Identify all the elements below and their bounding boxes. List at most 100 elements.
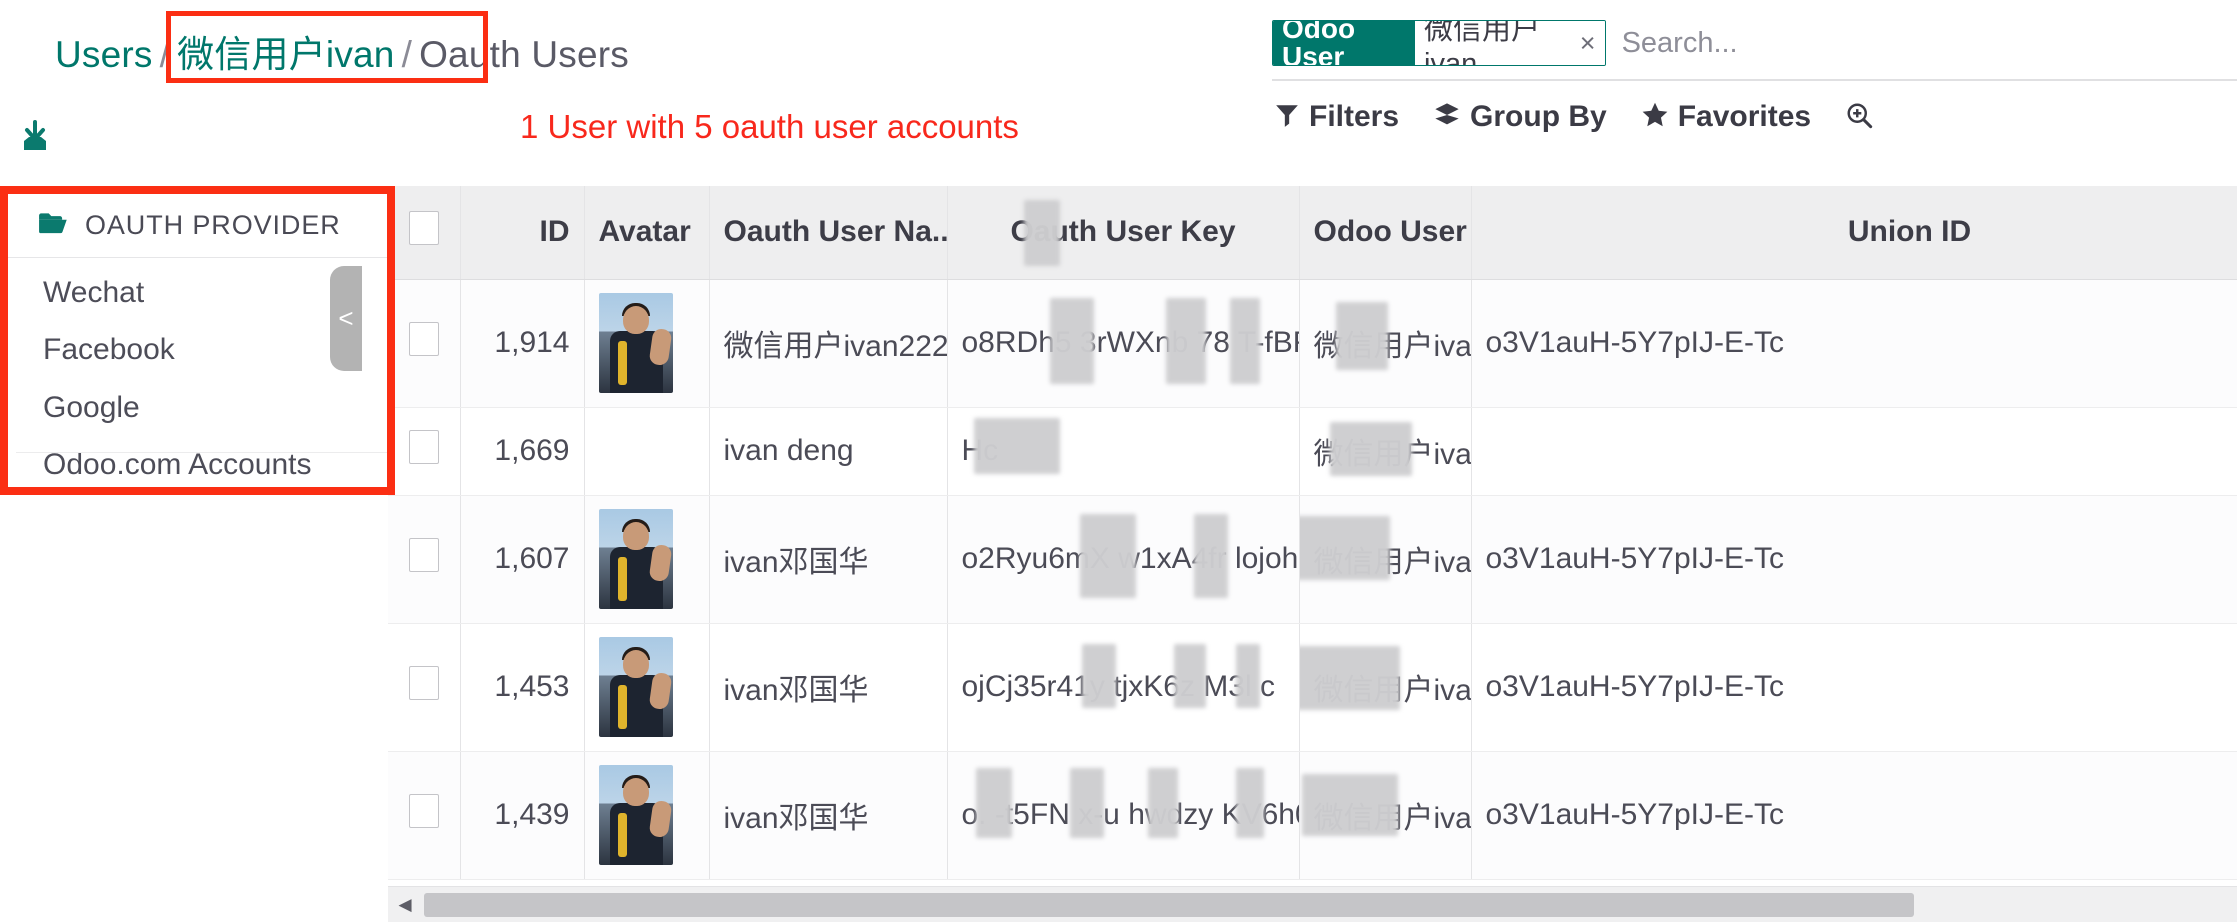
cell-oauth-user-name: ivan邓国华 [709, 495, 948, 624]
filter-icon [1274, 102, 1300, 133]
filters-button[interactable]: Filters [1274, 100, 1399, 134]
cell-oauth-user-name: ivan邓国华 [709, 623, 948, 752]
cell-oauth-user-key: o. -t5FN x-u hwdzy KV6h0 [947, 751, 1300, 880]
search-facet-value-group: 微信用户ivan × [1415, 21, 1605, 65]
cell-oauth-user-key-text: o2Ryu6mX w1xA4fr lojoh [961, 542, 1299, 575]
table-row[interactable]: 1,914 微信用户ivan222 o8RDh5 3rWXnb 78 T-fBF… [388, 279, 2237, 408]
cell-id: 1,453 [460, 623, 585, 752]
group-by-icon [1433, 101, 1461, 134]
scrollbar-thumb[interactable] [424, 892, 1914, 917]
oauth-provider-title: OAUTH PROVIDER [85, 210, 341, 240]
header-oauth-user-key-label: Oauth User Key [1010, 215, 1236, 249]
cell-oauth-user-name: ivan邓国华 [709, 751, 948, 880]
close-icon[interactable]: × [1580, 28, 1596, 59]
favorites-button[interactable]: Favorites [1641, 100, 1811, 134]
filters-label: Filters [1309, 100, 1400, 133]
row-checkbox[interactable] [408, 794, 439, 828]
header-select-all[interactable] [388, 186, 461, 280]
cell-odoo-user: 微信用户ivan [1299, 495, 1472, 624]
cell-union-id [1471, 407, 2237, 496]
cell-id: 1,607 [460, 495, 585, 624]
scrollbar-gutter [0, 886, 388, 922]
control-panel-buttons: Filters Group By Favorites [1274, 100, 1873, 134]
cell-oauth-user-key: o8RDh5 3rWXnb 78 T-fBFPJH8 [947, 279, 1300, 408]
group-by-button[interactable]: Group By [1433, 100, 1607, 134]
table-row[interactable]: 1,453 ivan邓国华 ojCj35r41y tjxK6z M3l c 微信… [388, 623, 2237, 752]
cell-odoo-user-text: 微信用户ivan [1313, 546, 1471, 579]
chevron-left-icon: < [338, 303, 354, 333]
oauth-users-table: ID Avatar Oauth User Na... Oauth User Ke… [388, 186, 2237, 886]
cell-odoo-user: 微信用户ivan [1299, 279, 1472, 408]
cell-oauth-user-key-text: Hc [961, 434, 999, 467]
star-icon [1641, 101, 1669, 134]
search-input[interactable] [1621, 20, 2237, 66]
cell-odoo-user: 微信用户ivan [1299, 623, 1472, 752]
oauth-provider-header: OAUTH PROVIDER [8, 194, 387, 258]
cell-odoo-user-text: 微信用户ivan [1313, 330, 1471, 363]
row-checkbox-cell[interactable] [388, 407, 461, 496]
cell-oauth-user-key: o2Ryu6mX w1xA4fr lojoh [947, 495, 1300, 624]
row-checkbox-cell[interactable] [388, 495, 461, 624]
sidebar-item-google[interactable]: Google [8, 379, 387, 436]
cell-oauth-user-key: Hc [947, 407, 1300, 496]
cell-oauth-user-key: ojCj35r41y tjxK6z M3l c [947, 623, 1300, 752]
cell-odoo-user: 微信用户ivan [1299, 751, 1472, 880]
row-checkbox-cell[interactable] [388, 623, 461, 752]
table-row[interactable]: 1,439 ivan邓国华 o. -t5FN x-u hwdzy KV6h0 微… [388, 751, 2237, 880]
control-panel-divider [1272, 79, 2237, 81]
sidebar-item-odoo-com-accounts[interactable]: Odoo.com Accounts [8, 436, 387, 487]
cell-id: 1,914 [460, 279, 585, 408]
avatar [598, 637, 673, 737]
cell-avatar [584, 623, 710, 752]
download-icon[interactable] [18, 120, 52, 154]
cell-union-id: o3V1auH-5Y7pIJ-E-Tc [1471, 495, 2237, 624]
header-oauth-user-key[interactable]: Oauth User Key [947, 186, 1300, 280]
header-avatar[interactable]: Avatar [584, 186, 710, 280]
cell-id: 1,439 [460, 751, 585, 880]
control-panel: Odoo User 微信用户ivan × Filters [1272, 20, 2237, 133]
group-by-label: Group By [1470, 100, 1607, 133]
cell-avatar [584, 407, 710, 496]
cell-oauth-user-name: 微信用户ivan222 [709, 279, 948, 408]
header-odoo-user[interactable]: Odoo User [1299, 186, 1472, 280]
cell-avatar [584, 751, 710, 880]
search-facet-label: Odoo User [1273, 21, 1416, 65]
favorites-label: Favorites [1677, 100, 1812, 133]
row-checkbox[interactable] [408, 538, 439, 572]
cell-oauth-user-key-text: ojCj35r41y tjxK6z M3l c [961, 670, 1275, 703]
cell-union-id: o3V1auH-5Y7pIJ-E-Tc [1471, 279, 2237, 408]
row-checkbox[interactable] [408, 322, 439, 356]
breadcrumb-current: Oauth Users [419, 34, 629, 75]
table-header-row: ID Avatar Oauth User Na... Oauth User Ke… [388, 186, 2237, 280]
cell-odoo-user-text: 微信用户ivan [1313, 674, 1471, 707]
sidebar-collapse-handle[interactable]: < [330, 266, 362, 371]
zoom-in-icon[interactable] [1845, 101, 1873, 134]
row-checkbox-cell[interactable] [388, 751, 461, 880]
table-row[interactable]: 1,669 ivan deng Hc 微信用户ivan [388, 407, 2237, 496]
breadcrumb: Users / 微信用户ivan / Oauth Users [55, 24, 629, 78]
cell-oauth-user-key-text: o. -t5FN x-u hwdzy KV6h0 [961, 798, 1299, 831]
cell-odoo-user-text: 微信用户ivan [1313, 438, 1471, 471]
search-facet-odoo-user[interactable]: Odoo User 微信用户ivan × [1272, 20, 1606, 66]
row-checkbox[interactable] [408, 666, 439, 700]
header-oauth-user-name[interactable]: Oauth User Na... [709, 186, 948, 280]
sidebar-divider [16, 452, 387, 453]
breadcrumb-parent-user[interactable]: 微信用户ivan [177, 34, 394, 75]
table-body: 1,914 微信用户ivan222 o8RDh5 3rWXnb 78 T-fBF… [388, 279, 2237, 880]
cell-oauth-user-key-text: o8RDh5 3rWXnb 78 T-fBFPJH8 [961, 326, 1299, 359]
cell-odoo-user-text: 微信用户ivan [1313, 802, 1471, 835]
row-checkbox[interactable] [408, 430, 439, 464]
horizontal-scrollbar[interactable]: ◀ [388, 886, 2237, 922]
header-union-id[interactable]: Union ID [1471, 186, 2237, 280]
annotation-caption: 1 User with 5 oauth user accounts [520, 108, 1019, 145]
avatar [598, 509, 673, 609]
table-row[interactable]: 1,607 ivan邓国华 o2Ryu6mX w1xA4fr lojoh 微信用… [388, 495, 2237, 624]
scroll-left-arrow[interactable]: ◀ [388, 887, 422, 922]
select-all-checkbox[interactable] [408, 211, 439, 246]
folder-open-icon [38, 211, 68, 240]
row-checkbox-cell[interactable] [388, 279, 461, 408]
breadcrumb-users[interactable]: Users [55, 34, 153, 75]
header-id[interactable]: ID [460, 186, 585, 280]
cell-odoo-user: 微信用户ivan [1299, 407, 1472, 496]
cell-union-id: o3V1auH-5Y7pIJ-E-Tc [1471, 751, 2237, 880]
